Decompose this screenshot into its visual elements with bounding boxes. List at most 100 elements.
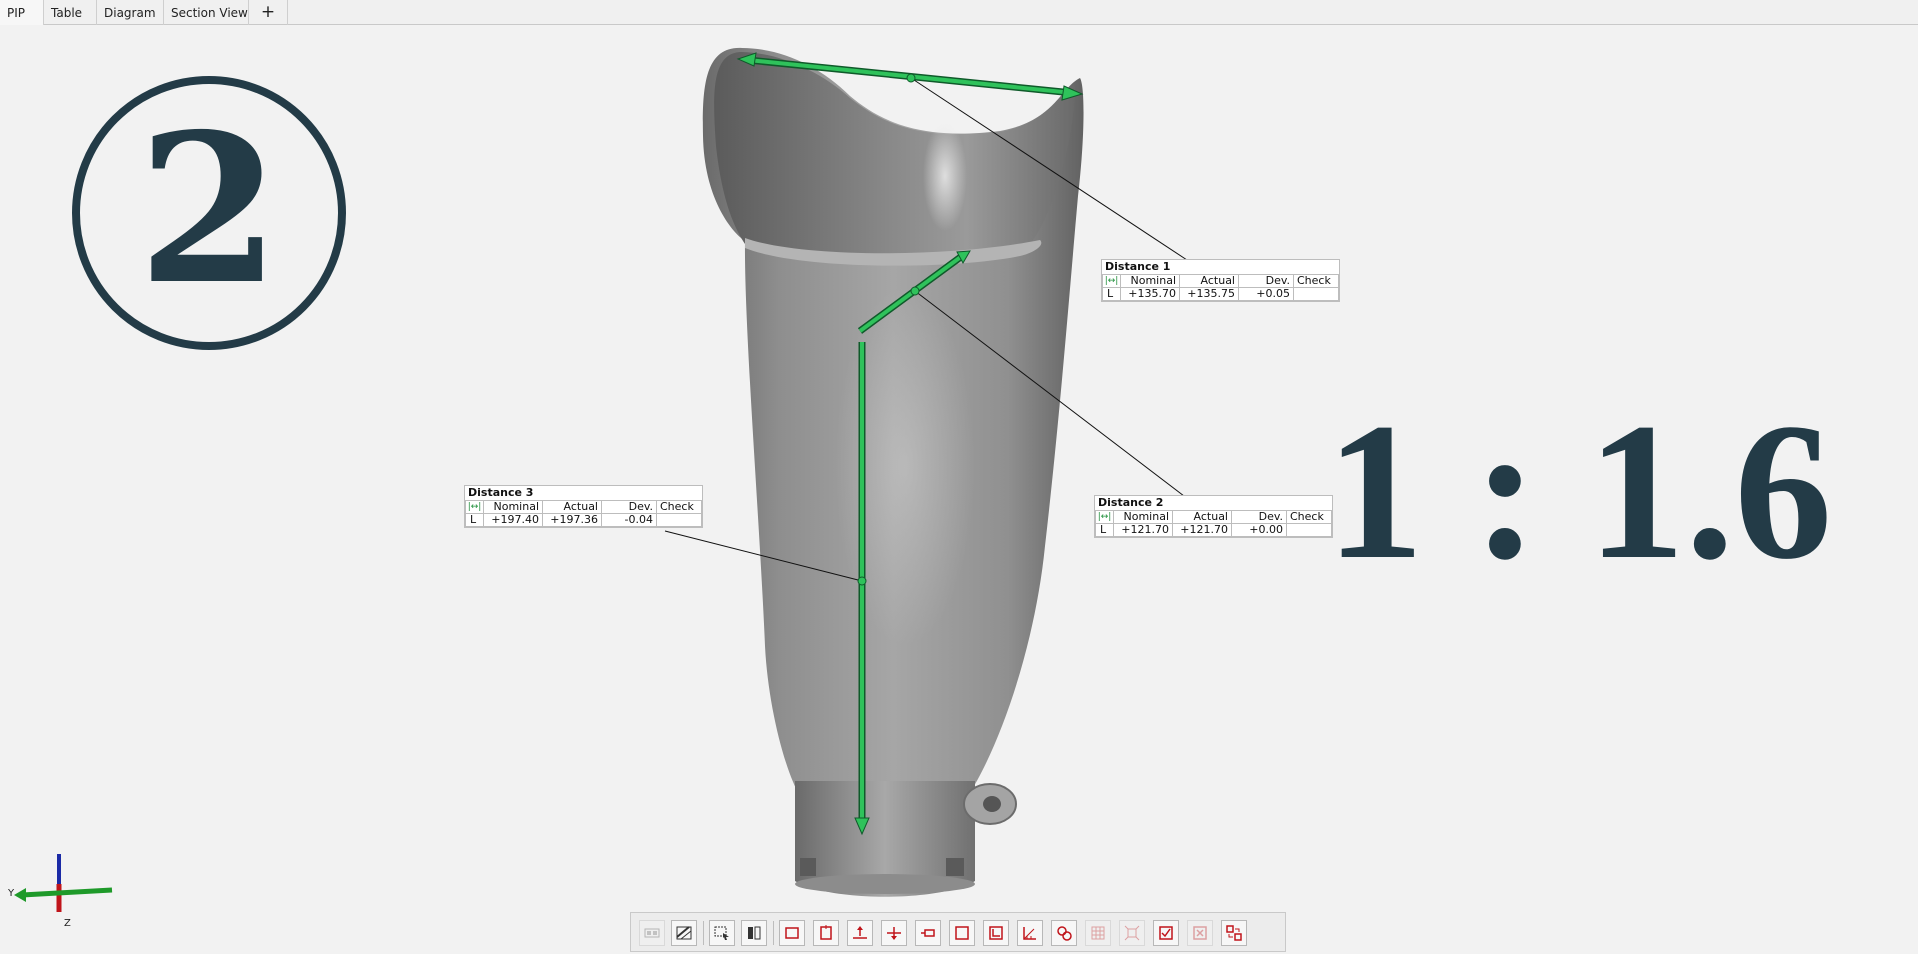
table-row: L +197.40 +197.36 -0.04 — [465, 513, 702, 527]
actual-value: +135.75 — [1179, 287, 1239, 301]
deviation-value: -0.04 — [601, 513, 657, 527]
add-tab-button[interactable]: + — [249, 0, 288, 25]
col-header-actual: Actual — [542, 500, 602, 514]
distance-1-table[interactable]: Distance 1 |↔| Nominal Actual Dev. Check… — [1101, 259, 1340, 302]
inner-highlight — [923, 121, 967, 231]
hatch-toggle-button[interactable] — [671, 920, 697, 946]
length-type-icon: |↔| — [465, 500, 484, 514]
step-number-badge: 2 — [72, 76, 346, 350]
select-region-button[interactable] — [709, 920, 735, 946]
ruler-angle-button[interactable] — [1017, 920, 1043, 946]
col-header-nominal: Nominal — [1120, 274, 1180, 288]
col-header-deviation: Dev. — [601, 500, 657, 514]
tab-label: PIP — [7, 6, 26, 20]
col-header-actual: Actual — [1179, 274, 1239, 288]
row-label: L — [1095, 523, 1114, 537]
convert-element-icon — [1226, 925, 1242, 941]
move-element-button[interactable] — [915, 920, 941, 946]
corner-frame-icon — [989, 926, 1003, 940]
corner-frame-button[interactable] — [983, 920, 1009, 946]
deviation-value: +0.00 — [1231, 523, 1287, 537]
frame-vertical-button[interactable] — [813, 920, 839, 946]
3d-viewport[interactable]: 2 1 : 1.6 Y Z Distance 1 |↔| Nominal Act… — [0, 26, 1918, 929]
check-value — [1286, 523, 1332, 537]
nominal-value: +121.70 — [1113, 523, 1173, 537]
base-bottom-edge — [795, 874, 975, 894]
view-legend-icon — [644, 928, 660, 938]
actual-value: +197.36 — [542, 513, 602, 527]
tab-label: Diagram — [104, 6, 156, 20]
frame-vertical-icon — [820, 925, 832, 940]
tab-section-view[interactable]: Section View — [164, 0, 249, 25]
distance-2-table[interactable]: Distance 2 |↔| Nominal Actual Dev. Check… — [1094, 495, 1333, 538]
check-report-icon — [1159, 926, 1173, 940]
col-header-deviation: Dev. — [1231, 510, 1287, 524]
tab-label: Section View — [171, 6, 248, 20]
col-header-nominal: Nominal — [1113, 510, 1173, 524]
distance-3-table[interactable]: Distance 3 |↔| Nominal Actual Dev. Check… — [464, 485, 703, 528]
align-cross-icon — [887, 927, 901, 940]
ruler-angle-icon — [1023, 927, 1036, 940]
table-header-row: |↔| Nominal Actual Dev. Check — [1095, 510, 1332, 524]
col-header-actual: Actual — [1172, 510, 1232, 524]
col-header-nominal: Nominal — [483, 500, 543, 514]
base-vent-right — [946, 858, 964, 876]
move-element-icon — [921, 929, 935, 937]
tab-diagram[interactable]: Diagram — [97, 0, 164, 25]
table-title: Distance 1 — [1105, 260, 1171, 273]
split-view-button[interactable] — [741, 920, 767, 946]
table-header-row: |↔| Nominal Actual Dev. Check — [1102, 274, 1339, 288]
side-port-hole — [983, 796, 1001, 812]
actual-value: +121.70 — [1172, 523, 1232, 537]
tab-table[interactable]: Table — [44, 0, 97, 25]
fit-view-button[interactable] — [1119, 920, 1145, 946]
axis-triad — [14, 854, 113, 912]
col-header-check: Check — [656, 500, 702, 514]
tab-label: Table — [51, 6, 83, 20]
align-up-button[interactable] — [847, 920, 873, 946]
base-vent-left — [800, 858, 816, 876]
square-frame-button[interactable] — [949, 920, 975, 946]
check-value — [656, 513, 702, 527]
convert-element-button[interactable] — [1221, 920, 1247, 946]
axis-z-label: Z — [64, 918, 71, 929]
measurement-grid: |↔| Nominal Actual Dev. Check L +197.40 … — [465, 500, 702, 527]
row-label: L — [465, 513, 484, 527]
align-up-icon — [853, 926, 867, 939]
link-elements-button[interactable] — [1051, 920, 1077, 946]
measurement-grid: |↔| Nominal Actual Dev. Check L +135.70 … — [1102, 274, 1339, 301]
toolbar-separator — [703, 921, 704, 945]
table-row: L +135.70 +135.75 +0.05 — [1102, 287, 1339, 301]
tab-pip[interactable]: PIP — [0, 0, 44, 25]
col-header-deviation: Dev. — [1238, 274, 1294, 288]
table-title: Distance 2 — [1098, 496, 1164, 509]
align-cross-button[interactable] — [881, 920, 907, 946]
frame-box-button[interactable] — [779, 920, 805, 946]
split-view-icon — [748, 926, 761, 940]
grid-select-icon — [1091, 926, 1105, 940]
view-toolbar — [630, 912, 1286, 952]
check-report-button[interactable] — [1153, 920, 1179, 946]
toolbar-separator — [773, 921, 774, 945]
nominal-value: +135.70 — [1120, 287, 1180, 301]
step-number: 2 — [137, 90, 281, 330]
plus-icon: + — [260, 2, 276, 22]
grid-select-button[interactable] — [1085, 920, 1111, 946]
axis-y-label: Y — [8, 888, 15, 899]
length-type-icon: |↔| — [1095, 510, 1114, 524]
socket-cavity — [714, 52, 1075, 256]
col-header-check: Check — [1286, 510, 1332, 524]
scale-ratio-label: 1 : 1.6 — [1326, 383, 1833, 600]
row-label: L — [1102, 287, 1121, 301]
link-elements-icon — [1057, 926, 1072, 941]
table-row: L +121.70 +121.70 +0.00 — [1095, 523, 1332, 537]
remove-check-button[interactable] — [1187, 920, 1213, 946]
square-frame-icon — [955, 926, 969, 940]
view-legend-button[interactable] — [639, 920, 665, 946]
fit-view-icon — [1124, 925, 1140, 941]
length-type-icon: |↔| — [1102, 274, 1121, 288]
nominal-value: +197.40 — [483, 513, 543, 527]
frame-box-icon — [785, 927, 799, 939]
table-title: Distance 3 — [468, 486, 534, 499]
remove-check-icon — [1193, 926, 1207, 940]
